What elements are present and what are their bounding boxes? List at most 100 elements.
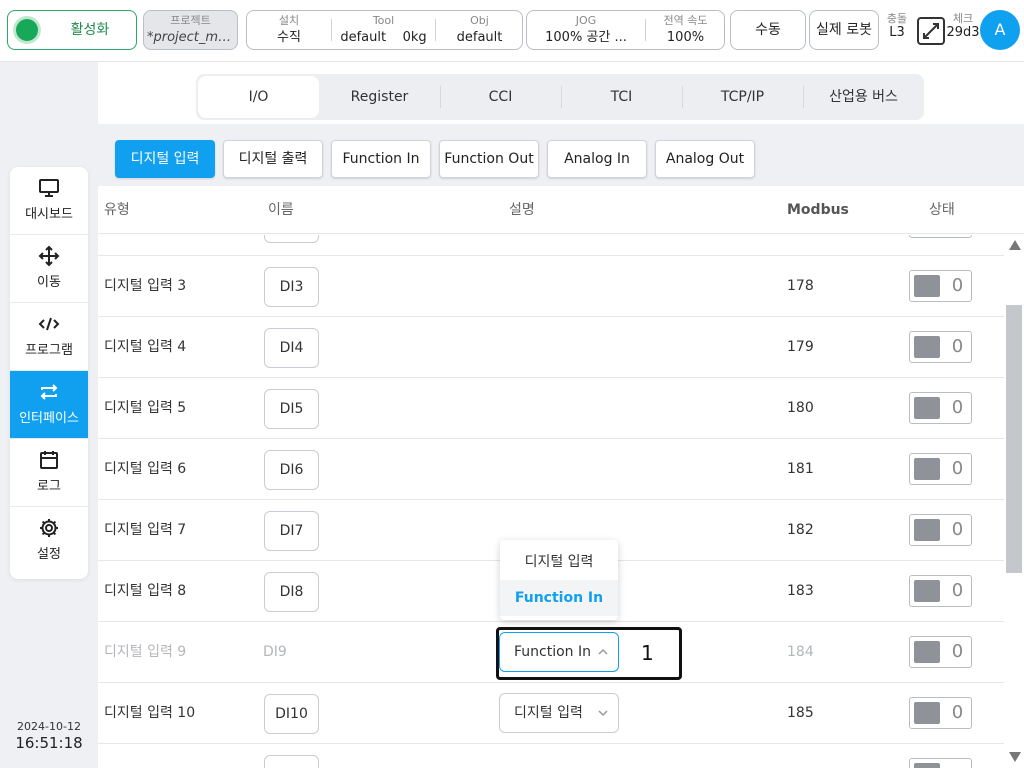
time-text: 16:51:18 xyxy=(15,734,83,752)
scroll-thumb[interactable] xyxy=(1006,305,1022,573)
name-field[interactable]: DI8 xyxy=(264,572,319,612)
tab-cci[interactable]: CCI xyxy=(440,76,561,118)
tab-tci[interactable]: TCI xyxy=(561,76,682,118)
sidebar-item-label: 이동 xyxy=(37,275,61,290)
header-desc: 설명 xyxy=(509,202,535,218)
tab-bar: I/O Register CCI TCI TCP/IP 산업용 버스 xyxy=(196,74,924,120)
tab-register[interactable]: Register xyxy=(319,76,440,118)
subtab-digital-input[interactable]: 디지털 입력 xyxy=(115,140,215,178)
name-field[interactable]: DI6 xyxy=(264,450,319,490)
scroll-down-arrow-icon[interactable] xyxy=(1009,752,1021,762)
jog-caption: JOG xyxy=(575,14,597,27)
clock: 2024-10-12 16:51:18 xyxy=(10,720,88,752)
sidebar-item-label: 로그 xyxy=(37,479,61,494)
jog-cell[interactable]: JOG 100% 공간 ... xyxy=(527,11,645,49)
move-icon xyxy=(38,245,60,267)
tool-value: default 0kg xyxy=(332,30,435,46)
speed-cell[interactable]: 전역 속도 100% xyxy=(646,11,725,49)
expand-icon[interactable] xyxy=(916,16,946,46)
status-value: 0 xyxy=(951,519,964,540)
check-caption: 체크 xyxy=(952,12,974,25)
io-table: 디지털 입력 3 DI3 178 0 디지털 입력 4 DI4 179 0 디지… xyxy=(98,235,1004,768)
manual-label: 수동 xyxy=(755,22,781,38)
tab-fieldbus[interactable]: 산업용 버스 xyxy=(803,76,924,118)
sidebar-item-label: 대시보드 xyxy=(25,207,73,222)
tab-tcpip[interactable]: TCP/IP xyxy=(682,76,803,118)
status-toggle[interactable]: 0 xyxy=(909,697,972,729)
subtab-digital-output[interactable]: 디지털 출력 xyxy=(223,140,323,178)
status-toggle[interactable]: 0 xyxy=(909,270,972,302)
subtab-function-out[interactable]: Function Out xyxy=(439,140,539,178)
subtab-analog-out[interactable]: Analog Out xyxy=(655,140,755,178)
project-selector[interactable]: 프로젝트 *project_mo... xyxy=(143,10,238,50)
status-toggle[interactable]: 0 xyxy=(909,636,972,668)
row-modbus: 181 xyxy=(787,461,814,477)
status-value: 0 xyxy=(951,397,964,418)
dropdown-option-function-in[interactable]: Function In xyxy=(500,580,618,616)
subtab-analog-in[interactable]: Analog In xyxy=(547,140,647,178)
status-value: 0 xyxy=(951,580,964,601)
name-field[interactable]: DI3 xyxy=(264,267,319,307)
sidebar-item-move[interactable]: 이동 xyxy=(10,235,88,303)
table-row xyxy=(98,235,1004,256)
row-type: 디지털 입력 3 xyxy=(104,278,187,294)
sidebar-item-interface[interactable]: 인터페이스 xyxy=(10,371,88,439)
status-toggle[interactable] xyxy=(909,235,972,238)
status-toggle[interactable]: 0 xyxy=(909,331,972,363)
row-type: 디지털 입력 8 xyxy=(104,583,187,599)
row-type: 디지털 입력 6 xyxy=(104,461,187,477)
row-modbus: 178 xyxy=(787,278,814,294)
table-row: 디지털 입력 6 DI6 181 0 xyxy=(98,439,1004,500)
function-select[interactable]: 디지털 입력 xyxy=(499,693,619,733)
status-toggle[interactable]: 0 xyxy=(909,514,972,546)
user-avatar[interactable]: A xyxy=(980,10,1020,50)
status-toggle[interactable]: 0 xyxy=(909,392,972,424)
scroll-up-arrow-icon[interactable] xyxy=(1009,240,1021,250)
header-modbus: Modbus xyxy=(787,202,849,218)
jog-panel[interactable]: JOG 100% 공간 ... 전역 속도 100% xyxy=(526,10,725,50)
gear-icon xyxy=(40,519,58,537)
tool-cell[interactable]: Tool default 0kg xyxy=(332,11,435,49)
sidebar-item-label: 설정 xyxy=(37,547,61,562)
status-toggle[interactable]: 0 xyxy=(909,453,972,485)
collision-value: L3 xyxy=(889,25,905,40)
collision-level[interactable]: 충돌 L3 xyxy=(882,12,912,40)
status-value: 0 xyxy=(951,336,964,357)
activate-button[interactable]: 활성화 xyxy=(7,10,137,50)
install-cell[interactable]: 설치 수직 xyxy=(247,11,331,49)
name-field[interactable] xyxy=(264,235,319,243)
name-field[interactable]: DI10 xyxy=(264,694,319,734)
dropdown-option-digital-input[interactable]: 디지털 입력 xyxy=(500,544,618,580)
sidebar-item-settings[interactable]: 설정 xyxy=(10,507,88,575)
sidebar-item-label: 프로그램 xyxy=(25,343,73,358)
table-header: 유형 이름 설명 Modbus 상태 xyxy=(98,186,1024,234)
status-toggle[interactable]: 0 xyxy=(909,575,972,607)
status-value: 0 xyxy=(951,458,964,479)
sidebar-item-log[interactable]: 로그 xyxy=(10,439,88,507)
real-robot-button[interactable]: 실제 로봇 xyxy=(809,10,879,50)
status-led-icon xyxy=(16,19,38,41)
sidebar-item-dashboard[interactable]: 대시보드 xyxy=(10,167,88,235)
top-bar: 활성화 프로젝트 *project_mo... 설치 수직 Tool defau… xyxy=(0,0,1024,62)
obj-value: default xyxy=(456,30,503,45)
row-type: 디지털 입력 9 xyxy=(104,644,187,660)
tab-io[interactable]: I/O xyxy=(198,76,319,118)
calendar-icon xyxy=(40,451,58,469)
name-field[interactable]: DI5 xyxy=(264,389,319,429)
status-toggle[interactable] xyxy=(909,758,972,768)
name-field[interactable] xyxy=(264,755,319,768)
table-row: 디지털 입력 10 DI10 디지털 입력 185 0 xyxy=(98,683,1004,744)
speed-value: 100% xyxy=(666,30,705,45)
row-type: 디지털 입력 10 xyxy=(104,705,196,721)
setup-panel[interactable]: 설치 수직 Tool default 0kg Obj default xyxy=(246,10,523,50)
name-field[interactable]: DI7 xyxy=(264,511,319,551)
name-field[interactable]: DI4 xyxy=(264,328,319,368)
sidebar: 대시보드 이동 프로그램 인터페이스 로그 설정 xyxy=(10,167,88,579)
subtab-function-in[interactable]: Function In xyxy=(331,140,431,178)
sidebar-item-program[interactable]: 프로그램 xyxy=(10,303,88,371)
header-type: 유형 xyxy=(104,202,130,218)
scrollbar[interactable] xyxy=(1004,235,1024,768)
obj-cell[interactable]: Obj default xyxy=(436,11,523,49)
table-row: 디지털 입력 4 DI4 179 0 xyxy=(98,317,1004,378)
manual-mode-button[interactable]: 수동 xyxy=(730,10,806,50)
